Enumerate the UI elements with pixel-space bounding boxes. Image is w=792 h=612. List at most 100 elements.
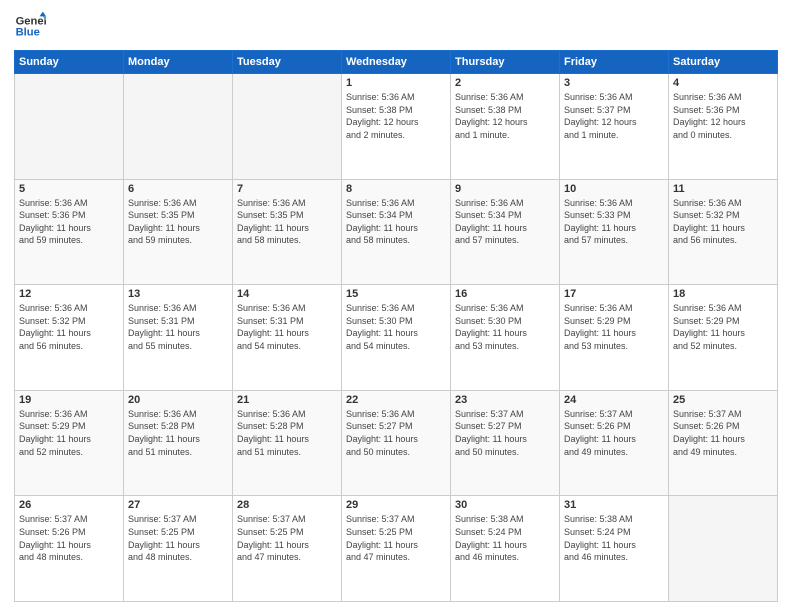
day-number: 10 [564, 183, 664, 195]
day-number: 14 [237, 288, 337, 300]
day-info: Sunrise: 5:36 AM Sunset: 5:29 PM Dayligh… [673, 302, 773, 352]
calendar-cell: 26 Sunrise: 5:37 AM Sunset: 5:26 PM Dayli… [15, 496, 124, 602]
week-row-4: 19 Sunrise: 5:36 AM Sunset: 5:29 PM Dayli… [15, 390, 778, 496]
calendar-cell: 23Sunrise: 5:37 AM Sunset: 5:27 PM Dayli… [451, 390, 560, 496]
page: General Blue SundayMondayTuesdayWednesda… [0, 0, 792, 612]
calendar-cell [669, 496, 778, 602]
calendar-cell: 22Sunrise: 5:36 AM Sunset: 5:27 PM Dayli… [342, 390, 451, 496]
calendar-cell: 25 Sunrise: 5:37 AM Sunset: 5:26 PM Dayli… [669, 390, 778, 496]
day-info: Sunrise: 5:36 AM Sunset: 5:32 PM Dayligh… [19, 302, 119, 352]
calendar-cell: 31 Sunrise: 5:38 AM Sunset: 5:24 PM Dayli… [560, 496, 669, 602]
day-info: Sunrise: 5:36 AM Sunset: 5:35 PM Dayligh… [128, 197, 228, 247]
calendar-cell: 14 Sunrise: 5:36 AM Sunset: 5:31 PM Dayli… [233, 285, 342, 391]
calendar-cell: 17 Sunrise: 5:36 AM Sunset: 5:29 PM Dayli… [560, 285, 669, 391]
calendar-cell: 8 Sunrise: 5:36 AM Sunset: 5:34 PM Daylig… [342, 179, 451, 285]
logo: General Blue [14, 10, 46, 42]
day-number: 9 [455, 183, 555, 195]
day-number: 22 [346, 394, 446, 406]
calendar-cell: 28Sunrise: 5:37 AM Sunset: 5:25 PM Dayli… [233, 496, 342, 602]
day-info: Sunrise: 5:36 AM Sunset: 5:31 PM Dayligh… [237, 302, 337, 352]
week-row-2: 5 Sunrise: 5:36 AM Sunset: 5:36 PM Daylig… [15, 179, 778, 285]
day-info: Sunrise: 5:37 AM Sunset: 5:26 PM Dayligh… [19, 513, 119, 563]
calendar-cell: 20Sunrise: 5:36 AM Sunset: 5:28 PM Dayli… [124, 390, 233, 496]
day-info: Sunrise: 5:36 AM Sunset: 5:30 PM Dayligh… [455, 302, 555, 352]
calendar-cell: 13 Sunrise: 5:36 AM Sunset: 5:31 PM Dayli… [124, 285, 233, 391]
calendar-cell [15, 74, 124, 180]
day-number: 15 [346, 288, 446, 300]
day-info: Sunrise: 5:36 AM Sunset: 5:35 PM Dayligh… [237, 197, 337, 247]
day-number: 31 [564, 499, 664, 511]
calendar-cell: 7 Sunrise: 5:36 AM Sunset: 5:35 PM Daylig… [233, 179, 342, 285]
calendar-cell: 18 Sunrise: 5:36 AM Sunset: 5:29 PM Dayli… [669, 285, 778, 391]
calendar-cell: 19 Sunrise: 5:36 AM Sunset: 5:29 PM Dayli… [15, 390, 124, 496]
day-number: 25 [673, 394, 773, 406]
day-number: 12 [19, 288, 119, 300]
calendar-cell: 1 Sunrise: 5:36 AM Sunset: 5:38 PM Daylig… [342, 74, 451, 180]
day-info: Sunrise: 5:38 AM Sunset: 5:24 PM Dayligh… [564, 513, 664, 563]
day-number: 1 [346, 77, 446, 89]
svg-text:Blue: Blue [16, 27, 40, 39]
weekday-friday: Friday [560, 51, 669, 74]
calendar-cell: 15 Sunrise: 5:36 AM Sunset: 5:30 PM Dayli… [342, 285, 451, 391]
day-number: 2 [455, 77, 555, 89]
day-info: Sunrise: 5:36 AM Sunset: 5:34 PM Dayligh… [455, 197, 555, 247]
weekday-wednesday: Wednesday [342, 51, 451, 74]
day-info: Sunrise: 5:37 AM Sunset: 5:26 PM Dayligh… [673, 408, 773, 458]
calendar-cell: 11 Sunrise: 5:36 AM Sunset: 5:32 PM Dayli… [669, 179, 778, 285]
calendar-cell: 4Sunrise: 5:36 AM Sunset: 5:36 PM Daylig… [669, 74, 778, 180]
day-number: 17 [564, 288, 664, 300]
day-info: Sunrise: 5:36 AM Sunset: 5:38 PM Dayligh… [455, 91, 555, 141]
day-info: Sunrise: 5:36 AM Sunset: 5:32 PM Dayligh… [673, 197, 773, 247]
weekday-monday: Monday [124, 51, 233, 74]
day-info: Sunrise: 5:36 AM Sunset: 5:30 PM Dayligh… [346, 302, 446, 352]
day-number: 20 [128, 394, 228, 406]
calendar-table: SundayMondayTuesdayWednesdayThursdayFrid… [14, 50, 778, 602]
day-info: Sunrise: 5:36 AM Sunset: 5:36 PM Dayligh… [19, 197, 119, 247]
day-number: 19 [19, 394, 119, 406]
day-number: 23 [455, 394, 555, 406]
weekday-header-row: SundayMondayTuesdayWednesdayThursdayFrid… [15, 51, 778, 74]
day-info: Sunrise: 5:36 AM Sunset: 5:38 PM Dayligh… [346, 91, 446, 141]
calendar-cell [233, 74, 342, 180]
day-number: 21 [237, 394, 337, 406]
weekday-tuesday: Tuesday [233, 51, 342, 74]
calendar-cell: 5 Sunrise: 5:36 AM Sunset: 5:36 PM Daylig… [15, 179, 124, 285]
day-info: Sunrise: 5:36 AM Sunset: 5:31 PM Dayligh… [128, 302, 228, 352]
weekday-sunday: Sunday [15, 51, 124, 74]
header: General Blue [14, 10, 778, 42]
weekday-thursday: Thursday [451, 51, 560, 74]
day-info: Sunrise: 5:36 AM Sunset: 5:33 PM Dayligh… [564, 197, 664, 247]
day-info: Sunrise: 5:37 AM Sunset: 5:26 PM Dayligh… [564, 408, 664, 458]
calendar-cell: 29 Sunrise: 5:37 AM Sunset: 5:25 PM Dayli… [342, 496, 451, 602]
calendar-cell: 10 Sunrise: 5:36 AM Sunset: 5:33 PM Dayli… [560, 179, 669, 285]
day-number: 28 [237, 499, 337, 511]
day-number: 30 [455, 499, 555, 511]
day-info: Sunrise: 5:36 AM Sunset: 5:29 PM Dayligh… [564, 302, 664, 352]
logo-icon: General Blue [14, 10, 46, 42]
day-info: Sunrise: 5:37 AM Sunset: 5:25 PM Dayligh… [128, 513, 228, 563]
day-number: 27 [128, 499, 228, 511]
calendar-cell: 30 Sunrise: 5:38 AM Sunset: 5:24 PM Dayli… [451, 496, 560, 602]
day-info: Sunrise: 5:36 AM Sunset: 5:34 PM Dayligh… [346, 197, 446, 247]
day-number: 8 [346, 183, 446, 195]
day-number: 13 [128, 288, 228, 300]
day-info: Sunrise: 5:36 AM Sunset: 5:28 PM Dayligh… [237, 408, 337, 458]
calendar-cell [124, 74, 233, 180]
day-number: 29 [346, 499, 446, 511]
day-number: 7 [237, 183, 337, 195]
day-number: 4 [673, 77, 773, 89]
calendar-cell: 2 Sunrise: 5:36 AM Sunset: 5:38 PM Daylig… [451, 74, 560, 180]
calendar-cell: 12 Sunrise: 5:36 AM Sunset: 5:32 PM Dayli… [15, 285, 124, 391]
day-number: 16 [455, 288, 555, 300]
day-info: Sunrise: 5:37 AM Sunset: 5:25 PM Dayligh… [346, 513, 446, 563]
weekday-saturday: Saturday [669, 51, 778, 74]
day-number: 11 [673, 183, 773, 195]
day-info: Sunrise: 5:38 AM Sunset: 5:24 PM Dayligh… [455, 513, 555, 563]
week-row-1: 1 Sunrise: 5:36 AM Sunset: 5:38 PM Daylig… [15, 74, 778, 180]
day-info: Sunrise: 5:36 AM Sunset: 5:29 PM Dayligh… [19, 408, 119, 458]
day-number: 26 [19, 499, 119, 511]
day-number: 18 [673, 288, 773, 300]
day-number: 3 [564, 77, 664, 89]
calendar-cell: 9 Sunrise: 5:36 AM Sunset: 5:34 PM Daylig… [451, 179, 560, 285]
day-number: 5 [19, 183, 119, 195]
